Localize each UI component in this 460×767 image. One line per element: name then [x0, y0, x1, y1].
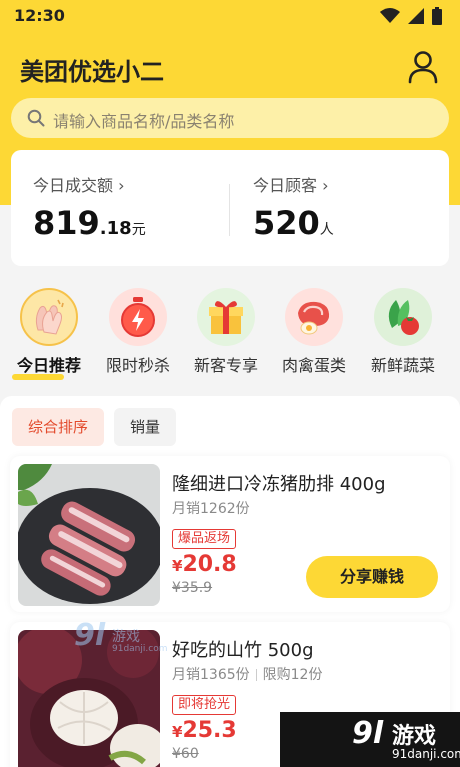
category-today-recommend[interactable]: 今日推荐	[6, 288, 92, 376]
price-value: 20.8	[182, 552, 237, 577]
status-bar: 12:30	[0, 0, 460, 32]
product-price: ¥25.3	[172, 718, 237, 743]
stats-card: 今日成交额 › 819.18元 今日顾客 › 520人	[11, 150, 449, 266]
stats-divider	[229, 184, 230, 236]
category-row: 今日推荐 限时秒杀 新客专享 肉禽蛋类 新鲜蔬菜	[0, 284, 460, 384]
product-price: ¥20.8	[172, 552, 237, 577]
share-earn-button[interactable]: 分享赚钱	[306, 556, 438, 598]
app-title: 美团优选小二	[20, 58, 164, 86]
category-label: 肉禽蛋类	[281, 356, 346, 375]
stat-customers-value: 520人	[253, 204, 334, 242]
category-fresh-vegetables[interactable]: 新鲜蔬菜	[360, 288, 446, 376]
stat-customers-label: 今日顾客	[253, 176, 318, 195]
watermark-center: 9l 游戏 91danji.com	[74, 618, 174, 662]
battery-icon	[432, 7, 442, 25]
vegetables-icon	[374, 288, 432, 346]
category-label: 新鲜蔬菜	[370, 356, 435, 375]
clapping-hands-icon	[20, 288, 78, 346]
watermark-logo: 9l	[352, 716, 384, 751]
stat-turnover-unit: 元	[131, 222, 146, 238]
product-card[interactable]: 隆细进口冷冻猪肋排 400g 月销1262份 爆品返场 ¥20.8 ¥35.9 …	[10, 456, 450, 612]
stat-customers-label-row: 今日顾客 ›	[253, 172, 334, 196]
search-bar[interactable]: 请输入商品名称/品类名称	[11, 98, 449, 138]
price-currency: ¥	[172, 723, 183, 741]
stat-turnover-int: 819	[33, 204, 100, 242]
price-currency: ¥	[172, 557, 183, 575]
divider	[255, 669, 257, 681]
category-label: 新客专享	[193, 356, 258, 375]
sort-tab-sales[interactable]: 销量	[114, 408, 177, 446]
product-sales-row: 月销1365份 限购12份	[172, 664, 322, 684]
status-time: 12:30	[14, 6, 65, 25]
signal-icon	[408, 8, 424, 24]
stat-customers-unit: 人	[319, 222, 334, 238]
watermark-brand: 游戏	[112, 629, 140, 645]
chevron-right-icon: ›	[118, 176, 125, 195]
active-category-indicator	[12, 374, 64, 380]
chevron-right-icon: ›	[322, 176, 329, 195]
stopwatch-icon	[109, 288, 167, 346]
product-tag: 即将抢光	[172, 695, 237, 715]
product-limit: 限购12份	[262, 667, 323, 683]
price-value: 25.3	[182, 718, 237, 743]
watermark-corner: 9l 游戏 91danji.com	[280, 712, 460, 767]
product-name: 好吃的山竹 500g	[172, 640, 314, 661]
wifi-icon	[380, 8, 400, 23]
stat-turnover-value: 819.18元	[33, 204, 146, 242]
sort-tab-comprehensive[interactable]: 综合排序	[12, 408, 105, 446]
product-name: 隆细进口冷冻猪肋排 400g	[172, 474, 386, 495]
stat-customers[interactable]: 今日顾客 › 520人	[253, 172, 334, 242]
stat-turnover[interactable]: 今日成交额 › 819.18元	[33, 172, 146, 242]
watermark-url: 91danji.com	[112, 644, 168, 654]
watermark-brand: 游戏	[392, 724, 437, 749]
category-seafood[interactable]: 海	[446, 288, 460, 376]
search-icon	[27, 109, 45, 127]
search-placeholder: 请输入商品名称/品类名称	[53, 112, 235, 131]
gift-box-icon	[197, 288, 255, 346]
watermark-logo: 9l	[74, 618, 106, 653]
sort-tabs: 综合排序 销量	[12, 408, 177, 446]
watermark-url: 91danji.com	[392, 747, 460, 761]
category-label: 限时秒杀	[105, 356, 170, 375]
stat-turnover-label: 今日成交额	[33, 176, 114, 195]
category-label: 今日推荐	[16, 356, 81, 375]
category-label: 海	[446, 352, 460, 376]
stat-turnover-label-row: 今日成交额 ›	[33, 172, 146, 196]
category-flash-sale[interactable]: 限时秒杀	[95, 288, 181, 376]
category-meat-eggs[interactable]: 肉禽蛋类	[271, 288, 357, 376]
status-icons	[380, 7, 442, 25]
stat-turnover-decimal: .18	[99, 218, 132, 239]
product-original-price: ¥60	[172, 746, 199, 762]
category-new-customer[interactable]: 新客专享	[183, 288, 269, 376]
product-image-ribs	[18, 464, 160, 606]
product-original-price: ¥35.9	[172, 580, 213, 596]
meat-egg-icon	[285, 288, 343, 346]
product-sales: 月销1262份	[172, 501, 250, 517]
user-profile-icon[interactable]	[408, 50, 438, 84]
app-header: 美团优选小二	[0, 46, 460, 90]
product-sales: 月销1365份	[172, 667, 250, 683]
product-tag: 爆品返场	[172, 529, 237, 549]
stat-customers-int: 520	[253, 204, 320, 242]
